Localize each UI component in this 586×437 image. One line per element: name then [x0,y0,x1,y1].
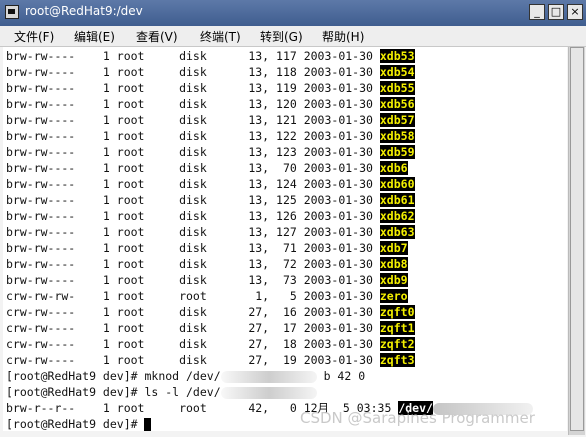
menu-go[interactable]: 转到(G) [260,28,303,45]
scrollbar-thumb[interactable] [570,47,584,431]
listing-row: brw-rw---- 1 root disk 13, 126 2003-01-3… [6,209,415,223]
listing-row: brw-rw---- 1 root disk 13, 127 2003-01-3… [6,225,415,239]
device-name: zqft1 [379,321,415,335]
device-name: xdb60 [379,177,415,191]
device-name: xdb7 [379,241,408,255]
device-name: xdb8 [379,257,408,271]
menu-view[interactable]: 查看(V) [136,28,178,45]
listing-row: brw-rw---- 1 root disk 13, 72 2003-01-30… [6,257,408,271]
listing-row: brw-rw---- 1 root disk 13, 121 2003-01-3… [6,113,415,127]
device-name: xdb57 [379,113,415,127]
device-name: xdb58 [379,129,415,143]
listing-row: crw-rw---- 1 root disk 27, 19 2003-01-30… [6,353,415,367]
listing-row: crw-rw---- 1 root disk 27, 17 2003-01-30… [6,321,415,335]
device-name: xdb53 [379,49,415,63]
device-name: xdb62 [379,209,415,223]
device-name: xdb9 [379,273,408,287]
redacted-text [220,370,317,383]
listing-row: brw-rw---- 1 root disk 13, 123 2003-01-3… [6,145,415,159]
device-name: zero [379,289,408,303]
maximize-button[interactable]: □ [548,4,564,20]
listing-row: brw-rw---- 1 root disk 13, 120 2003-01-3… [6,97,415,111]
listing-row: brw-rw---- 1 root disk 13, 70 2003-01-30… [6,161,408,175]
listing-row: brw-rw---- 1 root disk 13, 73 2003-01-30… [6,273,408,287]
menu-help[interactable]: 帮助(H) [322,28,364,45]
listing-row: crw-rw-rw- 1 root root 1, 5 2003-01-30 z… [6,289,408,303]
window-title-bar: root@RedHat9:/dev _ □ × [0,0,586,26]
listing-row: brw-rw---- 1 root disk 13, 122 2003-01-3… [6,129,415,143]
device-name: zqft3 [379,353,415,367]
menu-terminal[interactable]: 终端(T) [200,28,241,45]
device-name: xdb61 [379,193,415,207]
watermark: CSDN @Sarapines Programmer [300,409,535,427]
window-title: root@RedHat9:/dev [25,4,143,18]
device-name: xdb56 [379,97,415,111]
terminal-icon[interactable] [5,5,19,19]
listing-row: crw-rw---- 1 root disk 27, 18 2003-01-30… [6,337,415,351]
listing-row: crw-rw---- 1 root disk 27, 16 2003-01-30… [6,305,415,319]
device-name: xdb6 [379,161,408,175]
prompt-line: [root@RedHat9 dev]# [6,416,152,431]
device-name: zqft0 [379,305,415,319]
minimize-button[interactable]: _ [529,4,545,20]
vertical-scrollbar[interactable] [568,47,585,435]
device-name: xdb54 [379,65,415,79]
device-name: xdb63 [379,225,415,239]
redacted-text [220,386,317,399]
device-name: xdb55 [379,81,415,95]
device-name: zqft2 [379,337,415,351]
close-button[interactable]: × [567,4,583,20]
mknod-command-line: [root@RedHat9 dev]# mknod /dev/ b 42 0 [6,369,366,383]
listing-row: brw-rw---- 1 root disk 13, 125 2003-01-3… [6,193,415,207]
terminal-output[interactable]: brw-rw---- 1 root disk 13, 117 2003-01-3… [3,47,567,431]
listing-row: brw-rw---- 1 root disk 13, 71 2003-01-30… [6,241,408,255]
text-cursor [144,418,152,431]
ls-command-line: [root@RedHat9 dev]# ls -l /dev/ [6,384,317,400]
menu-edit[interactable]: 编辑(E) [74,28,115,45]
listing-row: brw-rw---- 1 root disk 13, 117 2003-01-3… [6,49,415,63]
menu-file[interactable]: 文件(F) [14,28,54,45]
listing-row: brw-rw---- 1 root disk 13, 119 2003-01-3… [6,81,415,95]
listing-row: brw-rw---- 1 root disk 13, 124 2003-01-3… [6,177,415,191]
menu-bar: 文件(F) 编辑(E) 查看(V) 终端(T) 转到(G) 帮助(H) [0,26,586,47]
device-name: xdb59 [379,145,415,159]
listing-row: brw-rw---- 1 root disk 13, 118 2003-01-3… [6,65,415,79]
